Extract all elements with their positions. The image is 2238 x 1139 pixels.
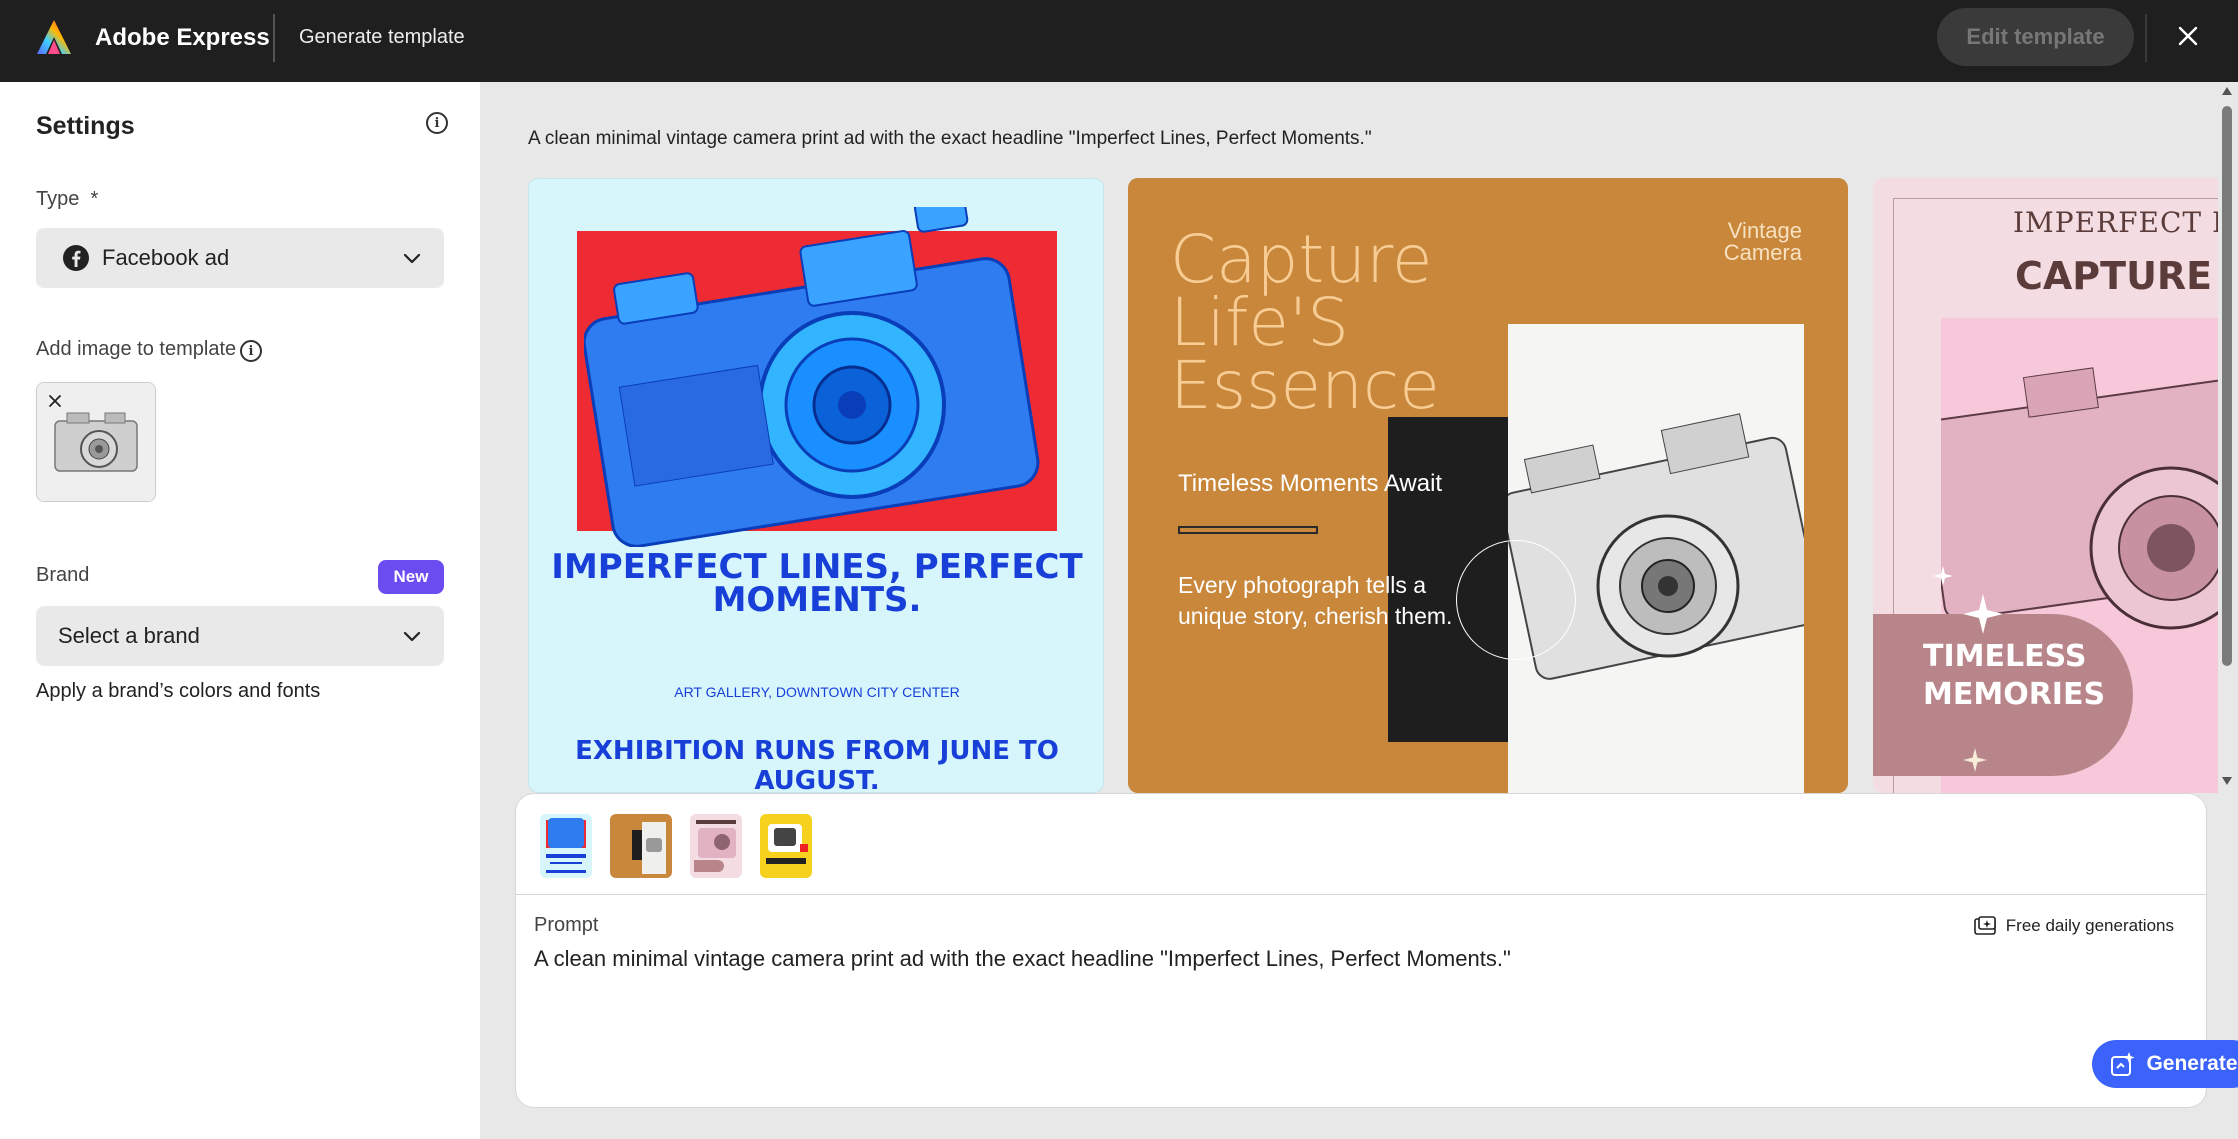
panel-divider bbox=[516, 894, 2206, 895]
scroll-thumb[interactable] bbox=[2222, 106, 2232, 666]
brand-note: Apply a brand’s colors and fonts bbox=[36, 680, 321, 702]
adobe-express-logo[interactable] bbox=[34, 18, 74, 58]
generate-sparkle-icon bbox=[2111, 1052, 2135, 1076]
blue-camera-image bbox=[584, 207, 1040, 547]
generate-button[interactable]: Generate bbox=[2092, 1040, 2238, 1088]
brand-label: Brand bbox=[36, 564, 90, 586]
variant-thumbnail-1[interactable] bbox=[540, 814, 592, 878]
card2-corner-text: Vintage Camera bbox=[1723, 218, 1802, 265]
card1-headline: IMPERFECT LINES, PERFECT MOMENTS. bbox=[551, 547, 1083, 620]
close-button[interactable] bbox=[2170, 18, 2206, 54]
scroll-down-icon[interactable] bbox=[2221, 776, 2233, 786]
settings-sidebar: Settings i Type * Facebook ad Add image … bbox=[0, 82, 480, 1139]
brand-select[interactable]: Select a brand bbox=[36, 606, 444, 666]
card3-headline: CAPTURE LI bbox=[2015, 254, 2218, 298]
uploaded-image-thumbnail[interactable] bbox=[36, 382, 156, 502]
remove-image-button[interactable] bbox=[45, 391, 65, 411]
card1-footer: EXHIBITION RUNS FROM JUNE TO AUGUST. bbox=[575, 736, 1059, 793]
main-content: A clean minimal vintage camera print ad … bbox=[480, 82, 2238, 1139]
header-divider bbox=[273, 14, 275, 62]
close-icon bbox=[2178, 26, 2198, 46]
edit-template-button[interactable]: Edit template bbox=[1937, 8, 2134, 66]
chevron-down-icon bbox=[403, 253, 421, 264]
app-name: Adobe Express bbox=[95, 24, 270, 51]
free-generations-label: Free daily generations bbox=[2005, 916, 2174, 935]
generate-button-label: Generate bbox=[2146, 1052, 2238, 1075]
new-badge: New bbox=[378, 560, 444, 594]
settings-title: Settings bbox=[36, 112, 135, 140]
prompt-input[interactable]: A clean minimal vintage camera print ad … bbox=[534, 946, 1511, 972]
card2-bar bbox=[1178, 526, 1318, 534]
card1-location: ART GALLERY, DOWNTOWN CITY CENTER bbox=[674, 684, 960, 700]
card3-top-text: IMPERFECT LIN bbox=[2013, 206, 2218, 239]
prompt-panel: Prompt Free daily generations A clean mi… bbox=[516, 794, 2238, 1107]
variant-thumbnail-4[interactable] bbox=[760, 814, 812, 878]
sparkle-icon bbox=[1963, 594, 2003, 634]
free-generations-indicator[interactable]: Free daily generations bbox=[1973, 916, 2174, 936]
brand-select-value: Select a brand bbox=[58, 623, 200, 648]
type-label: Type * bbox=[36, 188, 99, 210]
card2-body: Every photograph tells a unique story, c… bbox=[1178, 572, 1453, 629]
sparkle-icon bbox=[1933, 566, 1953, 586]
vertical-scrollbar[interactable] bbox=[2218, 82, 2238, 794]
facebook-icon bbox=[63, 245, 89, 271]
info-icon[interactable]: i bbox=[426, 112, 448, 134]
card2-subtitle: Timeless Moments Await bbox=[1178, 470, 1443, 497]
scroll-up-icon[interactable] bbox=[2221, 86, 2233, 96]
close-icon bbox=[49, 395, 61, 407]
top-bar: Adobe Express Generate template Edit tem… bbox=[0, 0, 2238, 82]
template-carousel[interactable]: IMPERFECT LINES, PERFECT MOMENTS. ART GA… bbox=[528, 178, 2218, 793]
chevron-down-icon bbox=[403, 631, 421, 642]
type-select-value: Facebook ad bbox=[102, 245, 230, 270]
add-image-label: Add image to template bbox=[36, 338, 237, 360]
card3-blob-text: TIMELESS MEMORIES bbox=[1923, 639, 2106, 712]
variant-thumbnail-2[interactable] bbox=[610, 814, 672, 878]
template-card-2[interactable]: Capture Life'S Essence Vintage Camera Ti… bbox=[1128, 178, 1848, 793]
template-card-3[interactable]: IMPERFECT LIN CAPTURE LI TIMELESS MEMORI… bbox=[1873, 178, 2218, 793]
variant-thumbnails bbox=[540, 814, 812, 880]
prompt-echo: A clean minimal vintage camera print ad … bbox=[528, 128, 1372, 149]
page-title: Generate template bbox=[299, 26, 465, 48]
template-card-1[interactable]: IMPERFECT LINES, PERFECT MOMENTS. ART GA… bbox=[528, 178, 1104, 793]
header-divider-right bbox=[2145, 14, 2147, 62]
prompt-label: Prompt bbox=[534, 914, 599, 936]
sparkle-icon bbox=[1963, 748, 1987, 772]
add-image-info-icon[interactable]: i bbox=[240, 340, 262, 362]
variant-thumbnail-3[interactable] bbox=[690, 814, 742, 878]
generations-icon bbox=[1973, 916, 1996, 935]
type-select[interactable]: Facebook ad bbox=[36, 228, 444, 288]
